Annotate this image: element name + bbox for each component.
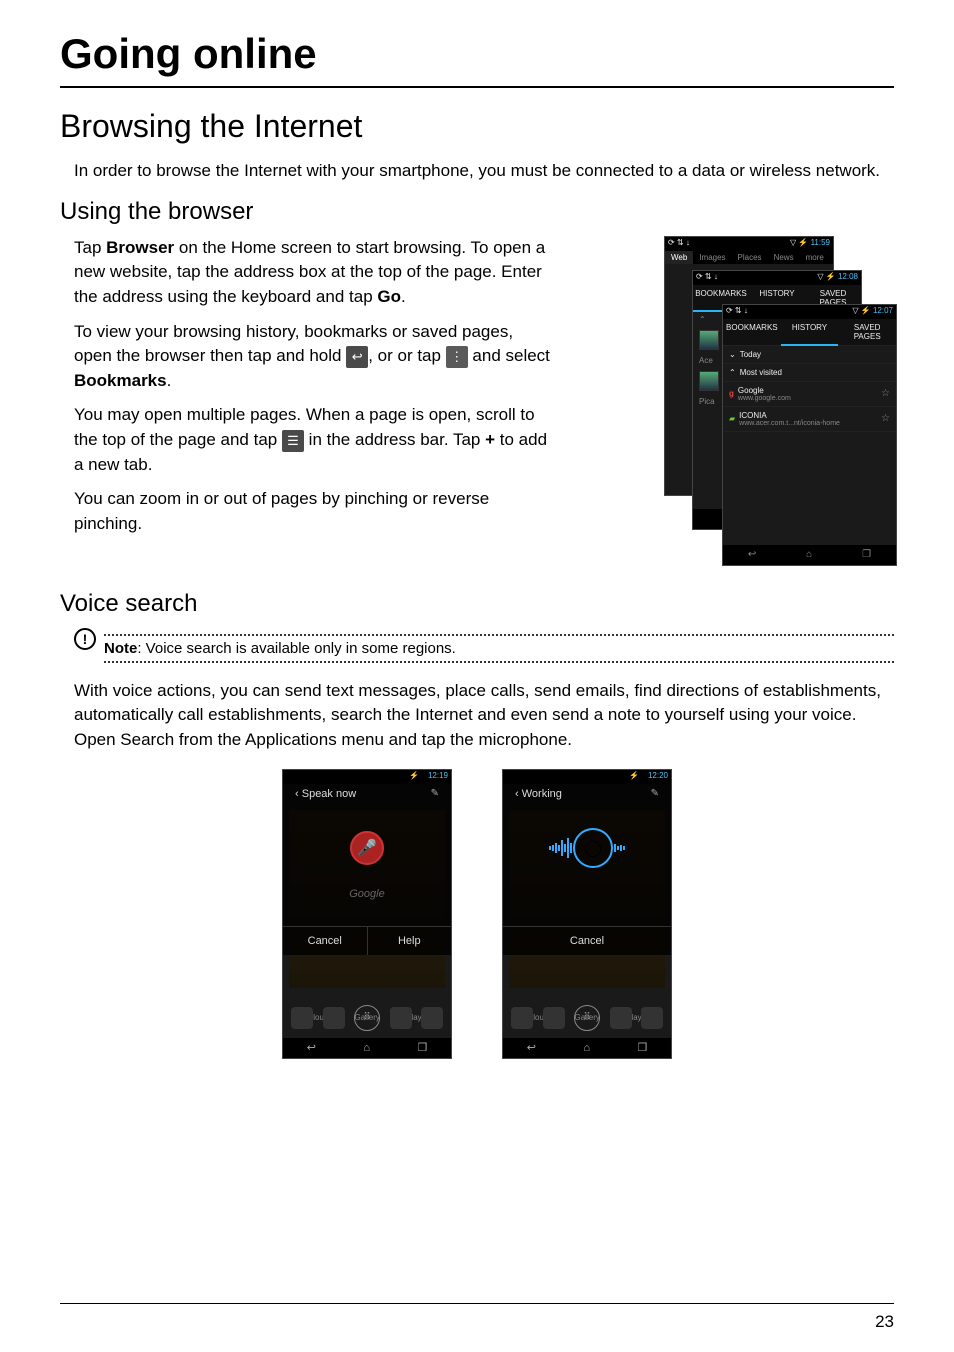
browser-screenshots: ⟳ ⇅ ↓ ▽ ⚡ 11:59 Web Images Places News mo…: [664, 236, 894, 566]
cancel-button[interactable]: Cancel: [283, 926, 367, 955]
speak-now-label: Speak now: [302, 788, 356, 800]
subsection-using-browser: Using the browser: [60, 198, 894, 226]
status-icons: ⟳ ⇅ ↓: [726, 306, 748, 318]
status-time: 12:19: [428, 771, 448, 780]
nav-recent-icon[interactable]: ❐: [417, 1041, 427, 1054]
waveform-icon: ◯: [503, 808, 671, 888]
voice-p1: With voice actions, you can send text me…: [74, 679, 894, 753]
dock-apps-icon[interactable]: ⠿: [574, 1005, 600, 1031]
google-tab-places[interactable]: Places: [732, 251, 768, 264]
status-right: ▽ ⚡: [790, 238, 808, 247]
nav-back-icon[interactable]: ↩: [748, 549, 756, 560]
menu-dots-icon: ⋮: [446, 346, 468, 368]
google-tab-more[interactable]: more: [800, 251, 830, 264]
nav-back-icon[interactable]: ↩: [527, 1041, 536, 1054]
working-label: Working: [522, 788, 562, 800]
section-title-browsing: Browsing the Internet: [60, 108, 894, 145]
dock-msg-icon[interactable]: [323, 1007, 345, 1029]
intro-paragraph: In order to browse the Internet with you…: [74, 159, 894, 184]
tab-saved-pages[interactable]: SAVED PAGES: [838, 319, 896, 346]
alert-icon: !: [74, 628, 96, 650]
nav-recent-icon[interactable]: ❐: [862, 549, 871, 560]
status-right: ▽ ⚡: [852, 306, 870, 315]
history-item-iconia[interactable]: ▰ICONIAwww.acer.com.t...nt/iconia-home☆: [723, 407, 896, 432]
erase-icon[interactable]: ✎: [431, 788, 439, 799]
dock-apps-icon[interactable]: ⠿: [354, 1005, 380, 1031]
dock-browser-icon[interactable]: [390, 1007, 412, 1029]
voice-search-screenshots: ⟳ ↓▽ ⚡ ▮ 12:19 ‹ Speak now✎ 🎤 Google Can…: [60, 769, 894, 1059]
google-tab-news[interactable]: News: [768, 251, 800, 264]
tabs-icon: ☰: [282, 430, 304, 452]
erase-icon[interactable]: ✎: [651, 788, 659, 799]
tab-bookmarks[interactable]: BOOKMARKS: [723, 319, 781, 346]
status-right: ▽ ⚡ ▮: [621, 771, 646, 780]
nav-recent-icon[interactable]: ❐: [637, 1041, 647, 1054]
nav-home-icon[interactable]: ⌂: [583, 1042, 590, 1054]
nav-home-icon[interactable]: ⌂: [363, 1042, 370, 1054]
star-icon[interactable]: ☆: [881, 413, 890, 424]
google-tab-images[interactable]: Images: [693, 251, 731, 264]
subsection-voice-search: Voice search: [60, 590, 894, 618]
browser-p2: To view your browsing history, bookmarks…: [74, 320, 554, 394]
thumb-ace: Ace: [699, 356, 713, 365]
status-time: 12:07: [873, 306, 893, 315]
voice-working-screenshot: ⟳ ↓▽ ⚡ ▮ 12:20 ‹ Working✎ ◯ Cancel AcerC…: [502, 769, 672, 1059]
status-time: 12:20: [648, 771, 668, 780]
status-right: ▽ ⚡: [817, 272, 835, 281]
footer-rule: [60, 1303, 894, 1304]
voice-speak-now-screenshot: ⟳ ↓▽ ⚡ ▮ 12:19 ‹ Speak now✎ 🎤 Google Can…: [282, 769, 452, 1059]
status-icons: ⟳ ⇅ ↓: [668, 238, 690, 250]
browser-p1: Tap Browser on the Home screen to start …: [74, 236, 554, 310]
history-most-visited[interactable]: Most visited: [740, 368, 890, 377]
google-label: Google: [283, 888, 451, 900]
history-today[interactable]: Today: [740, 350, 890, 359]
dock-camera-icon[interactable]: [641, 1007, 663, 1029]
note-callout: ! Note: Voice search is available only i…: [74, 628, 894, 669]
cancel-button[interactable]: Cancel: [503, 926, 671, 955]
page-number: 23: [875, 1312, 894, 1332]
star-icon[interactable]: ☆: [881, 388, 890, 399]
dock-browser-icon[interactable]: [610, 1007, 632, 1029]
help-button[interactable]: Help: [367, 926, 452, 955]
thumb-pica: Pica: [699, 397, 715, 406]
browser-p3: You may open multiple pages. When a page…: [74, 403, 554, 477]
back-arrow-icon: ↩: [346, 346, 368, 368]
google-tab-web[interactable]: Web: [665, 251, 693, 264]
tab-history[interactable]: HISTORY: [781, 319, 839, 346]
status-time: 12:08: [838, 272, 858, 281]
microphone-icon[interactable]: 🎤: [350, 831, 384, 865]
browser-p4: You can zoom in or out of pages by pinch…: [74, 487, 554, 536]
dock-camera-icon[interactable]: [421, 1007, 443, 1029]
dock-msg-icon[interactable]: [543, 1007, 565, 1029]
nav-back-icon[interactable]: ↩: [307, 1041, 316, 1054]
nav-home-icon[interactable]: ⌂: [806, 549, 812, 560]
history-item-google[interactable]: gGooglewww.google.com☆: [723, 382, 896, 407]
dock-phone-icon[interactable]: [291, 1007, 313, 1029]
status-time: 11:59: [811, 238, 830, 247]
dock-phone-icon[interactable]: [511, 1007, 533, 1029]
status-right: ▽ ⚡ ▮: [401, 771, 426, 780]
chapter-title: Going online: [60, 30, 894, 88]
status-icons: ⟳ ⇅ ↓: [696, 272, 718, 284]
